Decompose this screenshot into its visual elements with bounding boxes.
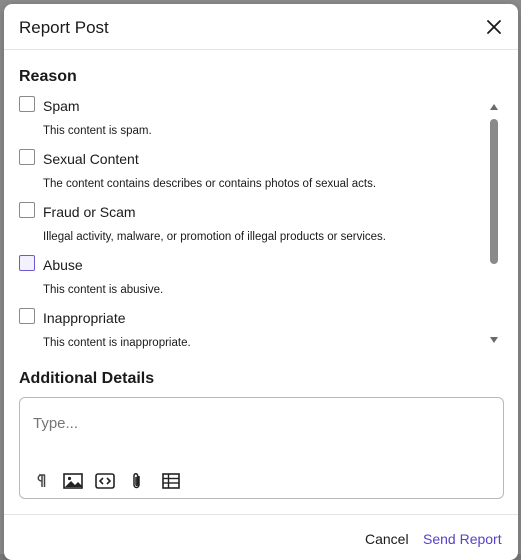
code-icon xyxy=(95,473,115,489)
send-report-button[interactable]: Send Report xyxy=(423,531,502,547)
cancel-button[interactable]: Cancel xyxy=(365,531,409,547)
reason-list: Spam This content is spam. Sexual Conten… xyxy=(19,94,489,352)
reason-checkbox-spam[interactable] xyxy=(19,96,35,112)
attach-file-button[interactable] xyxy=(126,471,148,491)
details-input[interactable] xyxy=(33,415,483,432)
image-icon xyxy=(63,473,83,489)
details-editor xyxy=(19,397,504,499)
reason-option-spam: Spam This content is spam. xyxy=(19,94,479,144)
reason-option-inappropriate: Inappropriate This content is inappropri… xyxy=(19,306,479,352)
reason-option-fraud-or-scam: Fraud or Scam Illegal activity, malware,… xyxy=(19,200,479,250)
reason-label: Abuse xyxy=(43,257,83,273)
paragraph-icon xyxy=(37,474,46,487)
reason-list-scrollbar[interactable] xyxy=(488,100,500,350)
reason-checkbox-fraud-or-scam[interactable] xyxy=(19,202,35,218)
reason-heading: Reason xyxy=(19,68,77,85)
reason-checkbox-inappropriate[interactable] xyxy=(19,308,35,324)
attachment-icon xyxy=(133,472,140,489)
reason-description: This content is abusive. xyxy=(43,284,164,296)
insert-code-button[interactable] xyxy=(94,471,116,491)
reason-checkbox-sexual-content[interactable] xyxy=(19,149,35,165)
reason-option-sexual-content: Sexual Content The content contains desc… xyxy=(19,147,479,197)
reason-description: This content is inappropriate. xyxy=(43,337,191,349)
dialog-header: Report Post xyxy=(4,4,518,50)
reason-label: Spam xyxy=(43,98,80,114)
reason-checkbox-abuse[interactable] xyxy=(19,255,35,271)
close-button[interactable] xyxy=(484,17,504,37)
insert-table-button[interactable] xyxy=(160,471,182,491)
close-icon xyxy=(487,20,501,34)
report-post-dialog: Report Post Reason Spam This content is … xyxy=(4,4,518,560)
dialog-footer: Cancel Send Report xyxy=(4,514,518,560)
paragraph-button[interactable] xyxy=(30,471,52,491)
reason-description: This content is spam. xyxy=(43,125,152,137)
reason-label: Sexual Content xyxy=(43,151,139,167)
dialog-title: Report Post xyxy=(19,18,109,37)
reason-option-abuse: Abuse This content is abusive. xyxy=(19,253,479,303)
scroll-up-arrow-icon[interactable] xyxy=(490,104,498,110)
reason-label: Fraud or Scam xyxy=(43,204,136,220)
scroll-down-arrow-icon[interactable] xyxy=(490,337,498,343)
reason-label: Inappropriate xyxy=(43,310,126,326)
reason-description: Illegal activity, malware, or promotion … xyxy=(43,231,387,243)
scrollbar-thumb[interactable] xyxy=(490,119,498,264)
table-icon xyxy=(162,473,180,489)
insert-image-button[interactable] xyxy=(62,471,84,491)
reason-description: The content contains describes or contai… xyxy=(43,178,377,190)
details-heading: Additional Details xyxy=(19,370,155,387)
